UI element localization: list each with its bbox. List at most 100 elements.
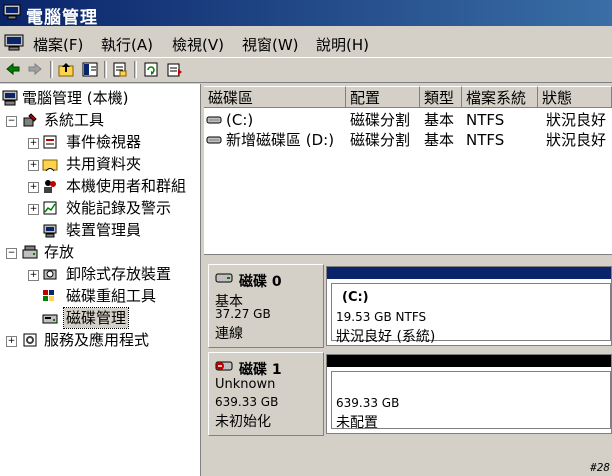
tree-label: 系統工具 <box>44 111 105 129</box>
volume-status: 狀況良好 <box>546 131 607 149</box>
tree-item-shared-folders[interactable]: 共用資料夾 <box>42 154 198 174</box>
unallocated-space[interactable]: 639.33 GB 未配置 <box>326 354 612 434</box>
tree-item-services-applications[interactable]: 服務及應用程式 <box>22 330 198 350</box>
partition-status: 狀況良好 (系統) <box>336 329 436 345</box>
tree-label: 事件檢視器 <box>66 133 142 151</box>
disk-icon <box>215 271 233 287</box>
computer-management-icon <box>3 4 21 20</box>
partition-box: 639.33 GB 未配置 <box>331 371 611 431</box>
disk-name: 磁碟 0 <box>239 274 282 290</box>
menu-view[interactable]: 檢視(V) <box>172 34 224 55</box>
disk-status: 未初始化 <box>215 414 271 430</box>
menu-help[interactable]: 說明(H) <box>316 34 369 55</box>
disk-1-label[interactable]: 磁碟 1 Unknown 639.33 GB 未初始化 <box>208 352 324 436</box>
tree-item-computer-management[interactable]: 電腦管理 (本機) <box>2 88 198 108</box>
tree-label: 磁碟重組工具 <box>66 287 157 305</box>
tree-label: 卸除式存放裝置 <box>66 265 172 283</box>
collapse-icon[interactable]: − <box>6 248 17 259</box>
tree-item-removable-storage[interactable]: 卸除式存放裝置 <box>42 264 198 284</box>
tree-label: 服務及應用程式 <box>44 331 150 349</box>
device-manager-icon <box>42 222 58 238</box>
partition-bar <box>327 355 611 367</box>
disk-graph-view: 磁碟 0 基本 37.27 GB 連線 (C:) 19.53 GB NTFS 狀… <box>204 262 612 476</box>
partition-info: 639.33 GB <box>336 396 400 410</box>
table-row[interactable]: (C:) 磁碟分割 基本 NTFS 狀況良好 <box>204 110 612 130</box>
console-icon[interactable] <box>4 33 24 51</box>
disk-status: 連線 <box>215 326 243 342</box>
expand-icon[interactable]: + <box>6 336 17 347</box>
storage-icon <box>22 244 38 260</box>
volume-layout: 磁碟分割 <box>350 131 411 149</box>
partition-bar <box>327 267 611 279</box>
tree-label: 共用資料夾 <box>66 155 142 173</box>
menu-action[interactable]: 執行(A) <box>101 34 153 55</box>
computer-icon <box>2 90 18 106</box>
collapse-icon[interactable]: − <box>6 116 17 127</box>
partition-c[interactable]: (C:) 19.53 GB NTFS 狀況良好 (系統) <box>326 266 612 346</box>
menu-file[interactable]: 檔案(F) <box>33 34 83 55</box>
disk-size: 639.33 GB <box>215 395 279 409</box>
disk-size: 37.27 GB <box>215 307 271 321</box>
column-header-filesystem[interactable]: 檔案系統 <box>462 86 538 108</box>
properties-icon[interactable] <box>111 61 129 78</box>
column-header-volume[interactable]: 磁碟區 <box>204 86 346 108</box>
volume-filesystem: NTFS <box>466 131 505 149</box>
expand-icon[interactable]: + <box>28 204 39 215</box>
disk-0-label[interactable]: 磁碟 0 基本 37.27 GB 連線 <box>208 264 324 348</box>
expand-icon[interactable]: + <box>28 270 39 281</box>
volume-filesystem: NTFS <box>466 111 505 129</box>
partition-status: 未配置 <box>336 415 378 431</box>
tree-item-storage[interactable]: 存放 <box>22 242 198 262</box>
menu-bar: 檔案(F) 執行(A) 檢視(V) 視窗(W) 說明(H) <box>0 27 612 58</box>
window-title: 電腦管理 <box>26 8 98 28</box>
defrag-icon <box>42 288 58 304</box>
volume-type: 基本 <box>424 111 455 129</box>
disk-error-icon <box>215 359 233 375</box>
volume-icon <box>206 113 222 129</box>
tree-label: 效能記錄及警示 <box>66 199 172 217</box>
tree-item-perf-logs[interactable]: 效能記錄及警示 <box>42 198 198 218</box>
refresh-icon[interactable] <box>142 61 160 78</box>
disk-management-icon <box>42 310 58 326</box>
shared-folder-icon <box>42 156 58 172</box>
tools-icon <box>22 112 38 128</box>
tree-item-local-users[interactable]: 本機使用者和群組 <box>42 176 198 196</box>
volume-list: 磁碟區 配置 類型 檔案系統 狀態 (C:) 磁碟分割 基本 NTFS 狀況良好… <box>204 86 612 254</box>
disk-type: Unknown <box>215 377 276 392</box>
tree-item-event-viewer[interactable]: 事件檢視器 <box>42 132 198 152</box>
partition-info: 19.53 GB NTFS <box>336 310 427 324</box>
tree-label: 磁碟管理 <box>62 307 130 329</box>
tree-item-system-tools[interactable]: 系統工具 <box>22 110 198 130</box>
export-list-icon[interactable] <box>166 61 184 78</box>
expand-icon[interactable]: + <box>28 182 39 193</box>
volume-name: 新增磁碟區 (D:) <box>226 131 335 149</box>
tree-label: 裝置管理員 <box>66 221 142 239</box>
forward-icon[interactable] <box>26 61 44 78</box>
tree-label: 電腦管理 (本機) <box>22 89 129 107</box>
users-icon <box>42 178 58 194</box>
title-bar: 電腦管理 <box>0 0 612 28</box>
volume-status: 狀況良好 <box>546 111 607 129</box>
removable-storage-icon <box>42 266 58 282</box>
performance-icon <box>42 200 58 216</box>
volume-layout: 磁碟分割 <box>350 111 411 129</box>
back-icon[interactable] <box>4 61 22 78</box>
volume-type: 基本 <box>424 131 455 149</box>
up-folder-icon[interactable] <box>57 61 75 78</box>
column-header-layout[interactable]: 配置 <box>346 86 420 108</box>
show-tree-icon[interactable] <box>81 61 99 78</box>
column-header-type[interactable]: 類型 <box>420 86 462 108</box>
tree-item-device-manager[interactable]: 裝置管理員 <box>42 220 198 240</box>
tree-label: 存放 <box>44 243 75 261</box>
tree-item-disk-defragmenter[interactable]: 磁碟重組工具 <box>42 286 198 306</box>
expand-icon[interactable]: + <box>28 160 39 171</box>
partition-box: (C:) 19.53 GB NTFS 狀況良好 (系統) <box>331 283 611 345</box>
tree-item-disk-management[interactable]: 磁碟管理 <box>42 307 198 329</box>
menu-window[interactable]: 視窗(W) <box>242 34 299 55</box>
tree-label: 本機使用者和群組 <box>66 177 187 195</box>
table-row[interactable]: 新增磁碟區 (D:) 磁碟分割 基本 NTFS 狀況良好 <box>204 130 612 150</box>
expand-icon[interactable]: + <box>28 138 39 149</box>
watermark: #28 <box>590 461 610 474</box>
console-tree: 電腦管理 (本機) − 系統工具 + 事件檢視器 + 共用資料夾 + 本機使用者… <box>0 84 201 476</box>
column-header-status[interactable]: 狀態 <box>538 86 612 108</box>
